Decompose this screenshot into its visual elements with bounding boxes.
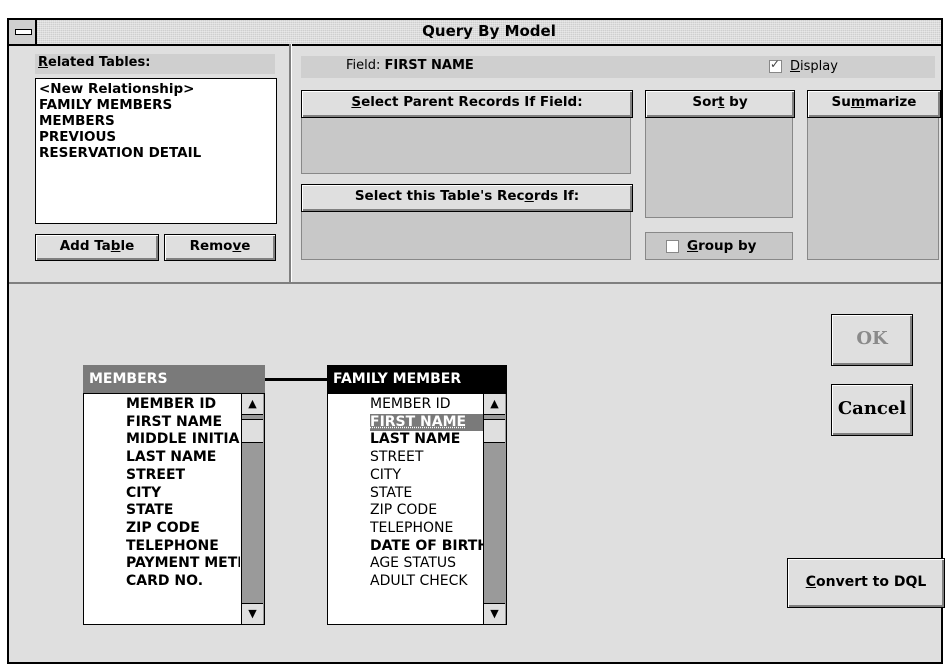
list-item[interactable]: CARD NO. xyxy=(126,573,240,591)
scroll-down-icon[interactable]: ▼ xyxy=(484,603,505,624)
summarize-button[interactable]: Summarize xyxy=(807,90,941,118)
list-item[interactable]: CITY xyxy=(370,467,484,485)
scroll-down-icon[interactable]: ▼ xyxy=(242,603,263,624)
list-item[interactable]: DATE OF BIRTH xyxy=(370,538,484,556)
ok-button[interactable]: OK xyxy=(831,314,913,366)
list-item[interactable]: STREET xyxy=(370,449,484,467)
display-checkbox[interactable]: Display xyxy=(769,57,838,74)
sort-by-button[interactable]: Sort by xyxy=(645,90,795,118)
family-table-header[interactable]: FAMILY MEMBER xyxy=(327,365,507,393)
scrollbar[interactable]: ▲ ▼ xyxy=(483,394,506,624)
list-item[interactable]: MEMBERS xyxy=(39,113,273,129)
scroll-up-icon[interactable]: ▲ xyxy=(242,394,263,415)
list-item[interactable]: ZIP CODE xyxy=(126,520,240,538)
scroll-thumb[interactable] xyxy=(242,419,263,443)
list-item[interactable]: TELEPHONE xyxy=(370,520,484,538)
sort-by-area[interactable] xyxy=(645,116,793,218)
list-item[interactable]: MEMBER ID xyxy=(370,396,484,414)
scroll-thumb[interactable] xyxy=(484,419,505,443)
scrollbar[interactable]: ▲ ▼ xyxy=(241,394,264,624)
related-tables-label: Related Tables: xyxy=(35,54,275,74)
convert-to-dql-button[interactable]: Convert to DQL xyxy=(787,558,945,608)
list-item[interactable]: PREVIOUS xyxy=(39,129,273,145)
remove-button[interactable]: Remove xyxy=(164,234,276,261)
list-item[interactable]: STATE xyxy=(370,485,484,503)
this-table-criteria-area[interactable] xyxy=(301,208,631,260)
query-by-model-window: Query By Model Related Tables: <New Rela… xyxy=(7,18,945,664)
checkbox-icon[interactable] xyxy=(666,239,679,253)
list-item[interactable]: <New Relationship> xyxy=(39,81,273,97)
select-parent-records-button[interactable]: Select Parent Records If Field: xyxy=(301,90,633,118)
list-item[interactable]: MEMBER ID xyxy=(126,396,240,414)
scroll-up-icon[interactable]: ▲ xyxy=(484,394,505,415)
panel-divider xyxy=(289,44,292,282)
list-item[interactable]: FAMILY MEMBERS xyxy=(39,97,273,113)
select-this-table-records-button[interactable]: Select this Table's Records If: xyxy=(301,184,633,212)
field-info-bar: Field: FIRST NAME Display xyxy=(301,56,935,78)
related-tables-list[interactable]: <New Relationship> FAMILY MEMBERS MEMBER… xyxy=(35,78,277,224)
window-title: Query By Model xyxy=(422,22,556,40)
summarize-area[interactable] xyxy=(807,116,939,260)
cancel-button[interactable]: Cancel xyxy=(831,384,913,436)
list-item[interactable]: MIDDLE INITIAL xyxy=(126,431,240,449)
family-field-list[interactable]: MEMBER ID FIRST NAME LAST NAME STREET CI… xyxy=(327,393,507,625)
list-item[interactable]: LAST NAME xyxy=(126,449,240,467)
list-item[interactable]: STREET xyxy=(126,467,240,485)
list-item[interactable]: AGE STATUS xyxy=(370,555,484,573)
field-label: Field: FIRST NAME xyxy=(346,58,474,73)
list-item[interactable]: STATE xyxy=(126,502,240,520)
title-bar[interactable]: Query By Model xyxy=(9,20,941,46)
group-by-checkbox[interactable]: Group by xyxy=(645,232,793,260)
checkbox-icon[interactable] xyxy=(769,57,782,73)
list-item-selected[interactable]: FIRST NAME xyxy=(370,413,484,432)
list-item[interactable]: RESERVATION DETAIL xyxy=(39,145,273,161)
list-item[interactable]: ZIP CODE xyxy=(370,502,484,520)
list-item[interactable]: LAST NAME xyxy=(370,431,484,449)
members-field-list[interactable]: MEMBER ID FIRST NAME MIDDLE INITIAL LAST… xyxy=(83,393,265,625)
list-item[interactable]: ADULT CHECK xyxy=(370,573,484,591)
list-item[interactable]: FIRST NAME xyxy=(126,414,240,432)
list-item[interactable]: PAYMENT METHOD xyxy=(126,555,240,573)
parent-criteria-area[interactable] xyxy=(301,116,631,174)
list-item[interactable]: CITY xyxy=(126,485,240,503)
list-item[interactable]: TELEPHONE xyxy=(126,538,240,556)
system-menu-icon[interactable] xyxy=(9,20,37,44)
members-table-header[interactable]: MEMBERS xyxy=(83,365,265,393)
relationship-line xyxy=(265,378,327,381)
add-table-button[interactable]: Add Table xyxy=(35,234,159,261)
